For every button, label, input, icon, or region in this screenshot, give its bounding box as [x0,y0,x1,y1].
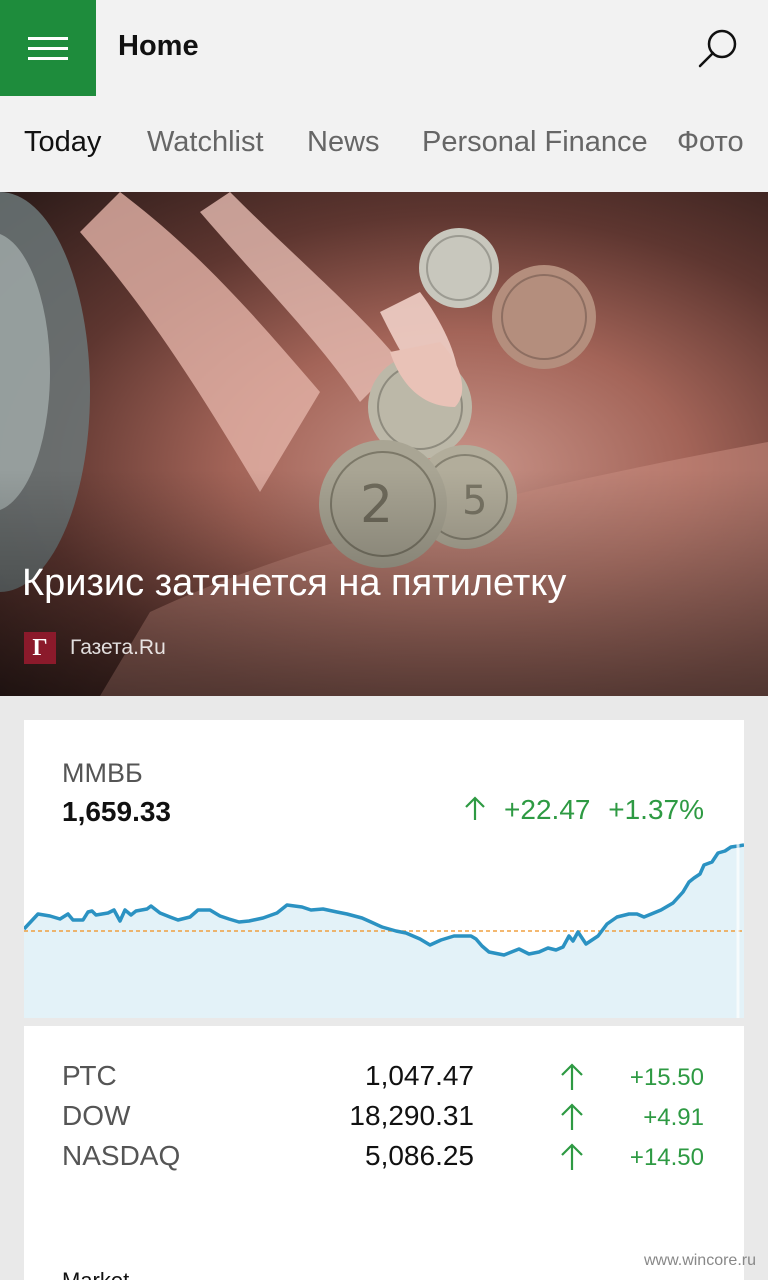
tab-watchlist[interactable]: Watchlist [147,126,264,159]
search-icon[interactable] [694,24,744,74]
arrow-up-icon [561,1143,583,1170]
tab-today[interactable]: Today [24,126,101,159]
quote-change: +14.50 [629,1144,704,1171]
hero-headline[interactable]: Кризис затянется на пятилетку [22,562,566,605]
index-change-percent: +1.37% [608,794,704,825]
source-name: Газета.Ru [70,636,166,659]
tab-strip: Today Watchlist News Personal Finance Фо… [0,96,768,192]
arrow-up-icon [561,1063,583,1090]
index-chart [24,838,744,1018]
app-window: Home Today Watchlist News Personal Finan… [0,0,768,1280]
quote-name: РТС [62,1060,117,1091]
quote-change: +15.50 [629,1064,704,1091]
index-value: 1,659.33 [62,796,171,827]
index-change-value: +22.47 [504,794,591,825]
quote-value: 5,086.25 [365,1140,474,1171]
index-name: ММВБ [62,758,143,788]
quote-change: +4.91 [643,1104,704,1131]
watermark: www.wincore.ru [643,1252,756,1269]
arrow-up-icon [465,796,486,820]
quote-row[interactable]: NASDAQ 5,086.25 +14.50 [24,1140,744,1180]
market-section-label: Market [62,1268,129,1280]
index-card[interactable]: ММВБ 1,659.33 +22.47 +1.37% [24,720,744,1018]
quote-value: 18,290.31 [349,1100,474,1131]
page-title: Home [118,30,199,62]
tab-personal-finance[interactable]: Personal Finance [422,126,648,159]
hamburger-icon[interactable] [0,0,96,96]
tab-photo[interactable]: Фото [677,126,744,159]
index-change: +22.47 +1.37% [464,794,704,826]
top-bar: Home [0,0,768,96]
quote-row[interactable]: РТС 1,047.47 +15.50 [24,1060,744,1100]
quote-row[interactable]: DOW 18,290.31 +4.91 [24,1100,744,1140]
quote-name: DOW [62,1100,131,1131]
quote-value: 1,047.47 [365,1060,474,1091]
hero-news-card[interactable]: 2 5 [0,192,768,696]
quotes-card: РТС 1,047.47 +15.50 DOW 18,290.31 +4.91 … [24,1026,744,1280]
quote-name: NASDAQ [62,1140,181,1171]
arrow-up-icon [561,1103,583,1130]
tab-news[interactable]: News [307,126,380,159]
source-logo: Г [24,632,56,664]
